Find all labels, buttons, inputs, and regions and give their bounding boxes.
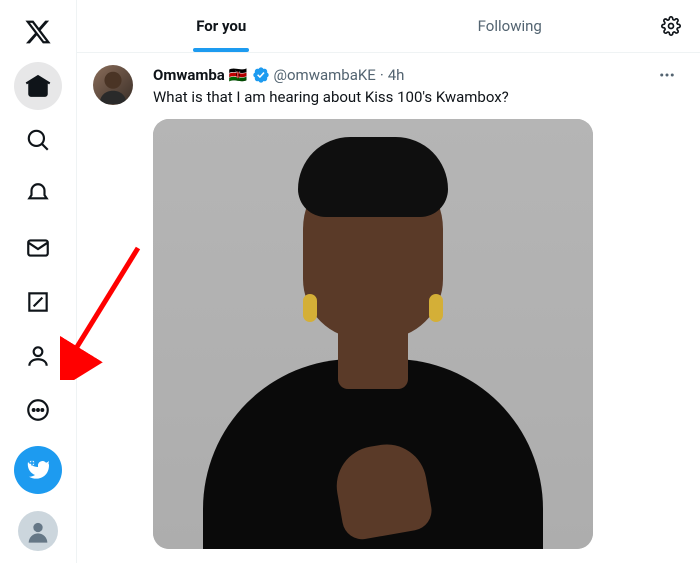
tweet-text: What is that I am hearing about Kiss 100… [153,87,684,107]
tweet-header: Omwamba 🇰🇪 @omwambaKE · 4h [153,65,684,85]
verified-badge-icon [252,66,270,84]
grok-icon[interactable] [14,278,62,326]
main-column: For you Following Omwamba 🇰🇪 [76,0,700,563]
display-name[interactable]: Omwamba [153,66,225,84]
tab-following[interactable]: Following [366,0,655,52]
handle[interactable]: @omwambaKE [274,66,376,84]
separator: · [380,66,384,84]
timeline-settings-button[interactable] [654,9,688,43]
flag-emoji: 🇰🇪 [229,66,248,84]
avatar-column [93,65,141,549]
more-icon[interactable] [14,386,62,434]
account-switcher[interactable] [18,511,58,551]
messages-icon[interactable] [14,224,62,272]
author-avatar[interactable] [93,65,133,105]
tab-label: Following [478,17,542,35]
x-logo-icon[interactable] [14,8,62,56]
timestamp[interactable]: 4h [388,66,405,84]
timeline-tabs: For you Following [77,0,700,53]
tweet-media[interactable] [153,119,593,549]
profile-icon[interactable] [14,332,62,380]
media-image-placeholder [153,119,593,549]
sidebar [0,0,76,563]
feed: Omwamba 🇰🇪 @omwambaKE · 4h What is that … [77,53,700,563]
notifications-icon[interactable] [14,170,62,218]
home-icon[interactable] [14,62,62,110]
tweet-more-button[interactable] [650,65,684,85]
tab-for-you[interactable]: For you [77,0,366,52]
tweet[interactable]: Omwamba 🇰🇪 @omwambaKE · 4h What is that … [77,53,700,549]
tweet-body: Omwamba 🇰🇪 @omwambaKE · 4h What is that … [153,65,684,549]
compose-button[interactable] [14,446,62,494]
search-icon[interactable] [14,116,62,164]
tab-label: For you [196,17,246,35]
